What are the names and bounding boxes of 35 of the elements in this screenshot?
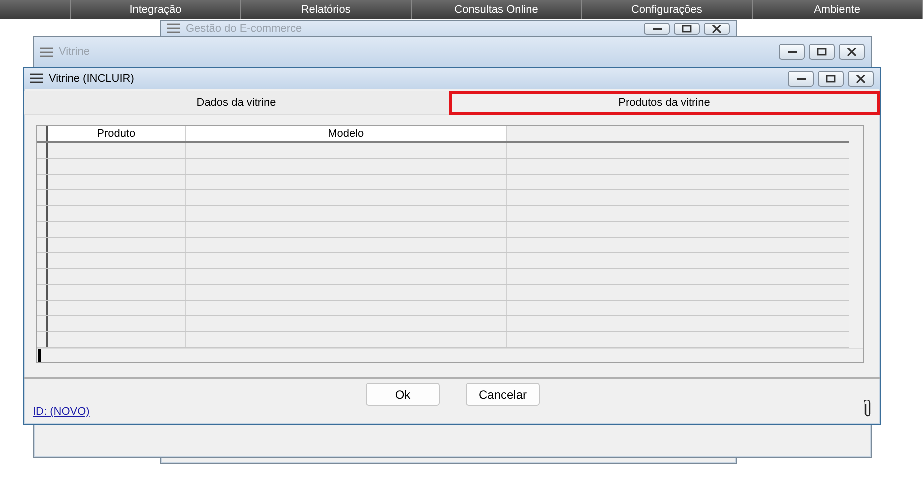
- maximize-icon: [682, 25, 692, 33]
- close-icon: [847, 48, 857, 56]
- maximize-button[interactable]: [674, 23, 700, 35]
- menu-item[interactable]: Integração: [70, 0, 240, 19]
- maximize-button[interactable]: [809, 44, 835, 60]
- close-icon: [712, 25, 722, 33]
- tab[interactable]: Dados da vitrine: [24, 91, 449, 115]
- minimize-button[interactable]: [788, 70, 814, 86]
- menu-icon[interactable]: [30, 73, 43, 84]
- menu-item[interactable]: Ambiente: [752, 0, 922, 19]
- menu-item[interactable]: Configurações: [581, 0, 752, 19]
- close-button[interactable]: [704, 23, 730, 35]
- minimize-icon: [796, 78, 806, 80]
- tab[interactable]: Produtos da vitrine: [449, 91, 880, 115]
- close-icon: [856, 74, 866, 82]
- paperclip-icon[interactable]: [864, 400, 872, 418]
- minimize-button[interactable]: [779, 44, 805, 60]
- maximize-button[interactable]: [818, 70, 844, 86]
- ok-button[interactable]: Ok: [366, 383, 440, 406]
- cursor-icon: [38, 348, 41, 362]
- minimize-button[interactable]: [644, 23, 670, 35]
- maximize-icon: [817, 48, 827, 56]
- cancel-button[interactable]: Cancelar: [466, 383, 540, 406]
- close-button[interactable]: [839, 44, 865, 60]
- menu-item[interactable]: Consultas Online: [410, 0, 582, 19]
- close-button[interactable]: [848, 70, 874, 86]
- window-title: Gestão do E-commerce: [186, 23, 304, 35]
- maximize-icon: [826, 74, 836, 82]
- id-link[interactable]: ID: (NOVO): [33, 406, 366, 418]
- minimize-icon: [788, 51, 796, 53]
- window-title: Vitrine (INCLUIR): [49, 72, 136, 84]
- minimize-icon: [652, 28, 662, 30]
- column-header[interactable]: Produto: [48, 126, 186, 142]
- window-title: Vitrine: [59, 46, 91, 58]
- menu-item[interactable]: Relatórios: [240, 0, 411, 19]
